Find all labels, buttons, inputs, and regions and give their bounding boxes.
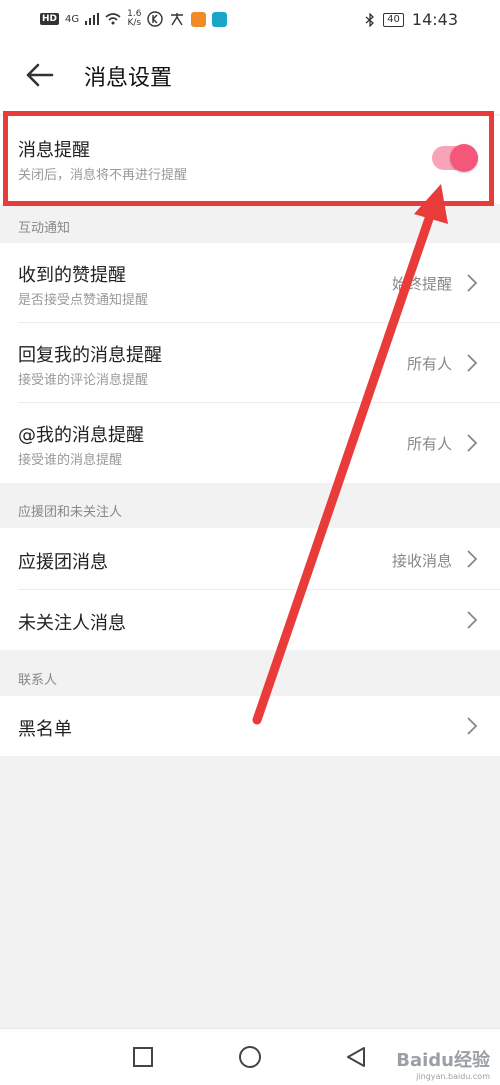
chevron-right-icon bbox=[467, 717, 478, 735]
section-label-fanclub: 应援团和未关注人 bbox=[18, 505, 123, 520]
network-label: 4G bbox=[65, 13, 80, 25]
wifi-icon bbox=[105, 13, 121, 25]
likes-reminder-value: 始终提醒 bbox=[391, 275, 452, 293]
signal-icon bbox=[85, 13, 100, 25]
mention-reminder-title: @我的消息提醒 bbox=[18, 425, 144, 446]
page-title: 消息设置 bbox=[84, 66, 173, 91]
text-app-icon bbox=[171, 13, 184, 26]
fanclub-message-title: 应援团消息 bbox=[18, 552, 108, 573]
fanclub-message-row[interactable]: 应援团消息 接收消息 bbox=[0, 528, 500, 590]
likes-reminder-subtitle: 是否接受点赞通知提醒 bbox=[18, 293, 149, 308]
non-follower-message-title: 未关注人消息 bbox=[18, 613, 126, 634]
section-label-contacts: 联系人 bbox=[18, 673, 58, 688]
battery-icon: 40 bbox=[383, 12, 404, 27]
clock: 14:43 bbox=[411, 10, 458, 29]
blacklist-row[interactable]: 黑名单 bbox=[0, 696, 500, 756]
chevron-right-icon bbox=[467, 550, 478, 568]
bluetooth-icon bbox=[365, 12, 375, 27]
chevron-right-icon bbox=[467, 354, 478, 372]
mention-reminder-value: 所有人 bbox=[406, 435, 452, 453]
reply-reminder-subtitle: 接受谁的评论消息提醒 bbox=[18, 373, 149, 388]
app-header: 消息设置 bbox=[0, 38, 500, 114]
back-arrow-icon[interactable] bbox=[24, 60, 54, 90]
chevron-right-icon bbox=[467, 274, 478, 292]
message-reminder-title: 消息提醒 bbox=[18, 140, 90, 161]
k-app-icon bbox=[147, 11, 164, 27]
baidu-watermark: Baidu经验 jingyan.baidu.com bbox=[396, 1050, 490, 1081]
blacklist-title: 黑名单 bbox=[18, 719, 72, 740]
net-speed: 1.6 K/s bbox=[127, 9, 142, 28]
message-reminder-toggle[interactable] bbox=[432, 144, 478, 172]
reply-reminder-value: 所有人 bbox=[406, 355, 452, 373]
non-follower-message-row[interactable]: 未关注人消息 bbox=[0, 590, 500, 650]
message-reminder-subtitle: 关闭后，消息将不再进行提醒 bbox=[18, 168, 188, 183]
hd-badge: HD bbox=[40, 13, 60, 25]
home-circle-icon[interactable] bbox=[238, 1045, 262, 1069]
reply-reminder-row[interactable]: 回复我的消息提醒 接受谁的评论消息提醒 所有人 bbox=[0, 323, 500, 403]
reply-reminder-title: 回复我的消息提醒 bbox=[18, 345, 162, 366]
chevron-right-icon bbox=[467, 434, 478, 452]
likes-reminder-row[interactable]: 收到的赞提醒 是否接受点赞通知提醒 始终提醒 bbox=[0, 243, 500, 323]
recents-square-icon[interactable] bbox=[131, 1045, 155, 1069]
video-app-icon bbox=[191, 11, 207, 27]
likes-reminder-title: 收到的赞提醒 bbox=[18, 265, 126, 286]
fanclub-message-value: 接收消息 bbox=[391, 552, 452, 570]
light-app-icon bbox=[212, 11, 228, 27]
back-triangle-icon[interactable] bbox=[344, 1045, 368, 1069]
mention-reminder-row[interactable]: @我的消息提醒 接受谁的消息提醒 所有人 bbox=[0, 403, 500, 483]
section-label-interaction: 互动通知 bbox=[18, 221, 71, 236]
toggle-knob bbox=[450, 144, 478, 172]
status-bar: HD 4G 1.6 K/s 40 14:43 bbox=[0, 0, 500, 38]
message-reminder-row[interactable]: 消息提醒 关闭后，消息将不再进行提醒 bbox=[0, 116, 500, 204]
mention-reminder-subtitle: 接受谁的消息提醒 bbox=[18, 453, 123, 468]
chevron-right-icon bbox=[467, 611, 478, 629]
